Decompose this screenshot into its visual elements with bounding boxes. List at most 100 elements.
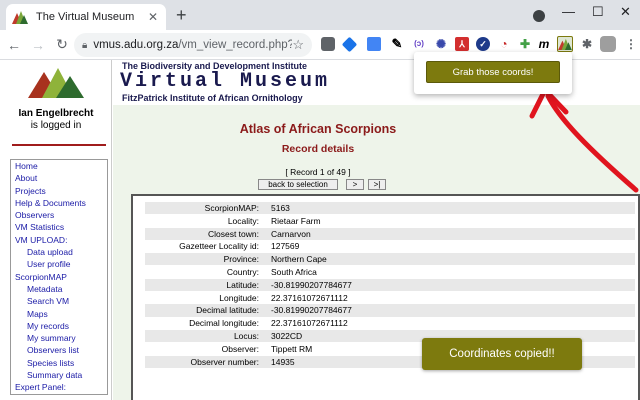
field-label: Observer number:: [190, 356, 260, 367]
sidebar-item-home[interactable]: Home: [11, 160, 107, 172]
coordinates-copied-toast: Coordinates copied!!: [422, 338, 582, 370]
puzzle-green-extension-icon[interactable]: ✚: [518, 37, 532, 51]
sidebar-item-help-documents[interactable]: Help & Documents: [11, 197, 107, 209]
sidebar-item-about[interactable]: About: [11, 172, 107, 184]
sidebar-item-my-summary[interactable]: My summary: [11, 332, 107, 344]
sidebar-item-user-profile[interactable]: User profile: [11, 258, 107, 270]
field-label: Province:: [223, 254, 259, 265]
last-record-button[interactable]: >|: [368, 179, 386, 190]
new-tab-button[interactable]: +: [176, 6, 187, 24]
page-title: Atlas of African Scorpions: [239, 122, 397, 136]
user-name: Ian Engelbrecht: [18, 108, 94, 119]
tab-title: The Virtual Museum: [36, 11, 135, 23]
back-to-selection-button[interactable]: back to selection: [258, 179, 338, 190]
sidebar-item-summary-data[interactable]: Summary data: [11, 369, 107, 381]
browser-tab-strip: The Virtual Museum ✕ + — ☐ ✕: [0, 0, 640, 30]
camera-extension-icon[interactable]: [321, 37, 335, 51]
sidebar-item-expert-panel[interactable]: Expert Panel:: [11, 381, 107, 393]
url-host: vmus.adu.org.za: [93, 39, 179, 51]
browser-tab[interactable]: The Virtual Museum ✕: [6, 4, 166, 30]
field-value: Carnarvon: [271, 228, 311, 239]
tab-close-icon[interactable]: ✕: [146, 10, 160, 24]
table-row: Province: Northern Cape: [145, 253, 635, 266]
code-extension-icon[interactable]: (ↄ): [412, 37, 426, 51]
url-text: vmus.adu.org.za/vm_view_record.php?data.…: [93, 39, 292, 51]
fitzpatrick-name: FitzPatrick Institute of African Ornitho…: [122, 93, 303, 103]
sidebar-item-species-lists[interactable]: Species lists: [11, 357, 107, 369]
next-record-button[interactable]: >: [346, 179, 364, 190]
field-label: Country:: [226, 267, 259, 277]
field-label: Decimal latitude:: [196, 305, 259, 316]
table-row: Decimal latitude: -30.81990207784677: [145, 304, 635, 317]
sidebar-item-projects[interactable]: Projects: [11, 185, 107, 197]
table-row: Country: South Africa: [145, 266, 635, 278]
section-heading: Record details: [281, 143, 355, 155]
table-row: Gazetteer Locality id: 127569: [145, 240, 635, 252]
login-status: is logged in: [30, 120, 82, 131]
back-arrow-icon[interactable]: ←: [4, 37, 24, 53]
check-extension-icon[interactable]: ✓: [476, 37, 490, 51]
field-label: Gazetteer Locality id:: [179, 241, 259, 252]
field-value: 22.37161072671112: [271, 318, 348, 329]
table-row: Latitude: -30.81990207784677: [145, 278, 635, 292]
sidebar-item-my-records[interactable]: My records: [11, 320, 107, 332]
museum-favicon-icon: [12, 10, 28, 24]
sidebar-item-observers-list[interactable]: Observers list: [11, 344, 107, 356]
sidebar-item-metadata[interactable]: Metadata: [11, 283, 107, 295]
table-row: Locality: Rietaar Farm: [145, 215, 635, 227]
field-label: Decimal longitude:: [189, 318, 259, 329]
sidebar-item-maps[interactable]: Maps: [11, 308, 107, 320]
field-value: Rietaar Farm: [271, 215, 321, 226]
url-path: /vm_view_record.php?data...: [178, 39, 293, 51]
gear-extension-icon[interactable]: ✺: [434, 37, 448, 51]
field-value: 22.37161072671112: [271, 292, 348, 303]
extensions-puzzle-icon[interactable]: ✱: [580, 37, 594, 51]
field-label: Locality:: [227, 215, 259, 226]
field-value: -30.81990207784677: [271, 279, 352, 290]
forward-arrow-icon[interactable]: →: [28, 37, 48, 53]
sidebar-item-data-upload[interactable]: Data upload: [11, 246, 107, 258]
minimize-button[interactable]: —: [562, 4, 575, 19]
sidebar-item-vm-statistics[interactable]: VM Statistics: [11, 221, 107, 233]
table-row: Decimal longitude: 22.37161072671112: [145, 317, 635, 329]
field-value: 14935: [271, 356, 295, 367]
table-row: Longitude: 22.37161072671112: [145, 292, 635, 304]
virtual-museum-extension-icon[interactable]: [557, 36, 573, 52]
grab-coords-button[interactable]: Grab those coords!: [426, 61, 560, 83]
virtual-museum-logo: [28, 68, 84, 98]
screen: The Virtual Museum ✕ + — ☐ ✕ ← → ↻ 🔒︎ vm…: [0, 0, 640, 400]
extension-popup: Grab those coords!: [414, 52, 572, 94]
field-value: South Africa: [271, 267, 317, 277]
field-value: 127569: [271, 241, 300, 252]
sidebar-item-vm-upload[interactable]: VM UPLOAD:: [11, 234, 107, 246]
address-bar[interactable]: 🔒︎ vmus.adu.org.za/vm_view_record.php?da…: [74, 33, 312, 57]
m-extension-icon[interactable]: m: [537, 37, 551, 51]
field-label: Locus:: [233, 331, 259, 341]
kebab-menu-icon[interactable]: ⋮: [624, 37, 638, 51]
close-window-button[interactable]: ✕: [620, 4, 631, 20]
table-row: ScorpionMAP: 5163: [145, 202, 635, 215]
sidebar-item-search-vm[interactable]: Search VM: [11, 295, 107, 307]
field-value: 5163: [271, 203, 290, 213]
lock-icon: 🔒︎: [82, 39, 88, 51]
maximize-button[interactable]: ☐: [592, 4, 604, 20]
table-row: Closest town: Carnarvon: [145, 227, 635, 240]
bookmark-star-icon[interactable]: ☆: [292, 37, 304, 53]
divider: [12, 144, 106, 146]
avatar[interactable]: [600, 36, 616, 52]
reload-icon[interactable]: ↻: [52, 36, 72, 53]
field-value: 3022CD: [271, 331, 303, 341]
field-label: Longitude:: [219, 292, 259, 303]
field-value: Northern Cape: [271, 254, 327, 265]
sidebar-item-scorpionmap[interactable]: ScorpionMAP: [11, 271, 107, 283]
sidebar-item-observers[interactable]: Observers: [11, 209, 107, 221]
pdf-extension-icon[interactable]: ⅄: [455, 37, 469, 51]
sidebar-menu: Home About Projects Help & Documents Observe…: [10, 159, 108, 395]
profile-menu-icon[interactable]: [533, 10, 545, 22]
pen-extension-icon[interactable]: ✎: [390, 37, 404, 51]
field-label: Latitude:: [226, 279, 259, 290]
translate-extension-icon[interactable]: [367, 37, 381, 51]
field-value: Tippett RM: [271, 343, 313, 354]
clock-extension-icon[interactable]: ◔: [497, 37, 511, 51]
site-title: Virtual Museum: [120, 70, 331, 93]
